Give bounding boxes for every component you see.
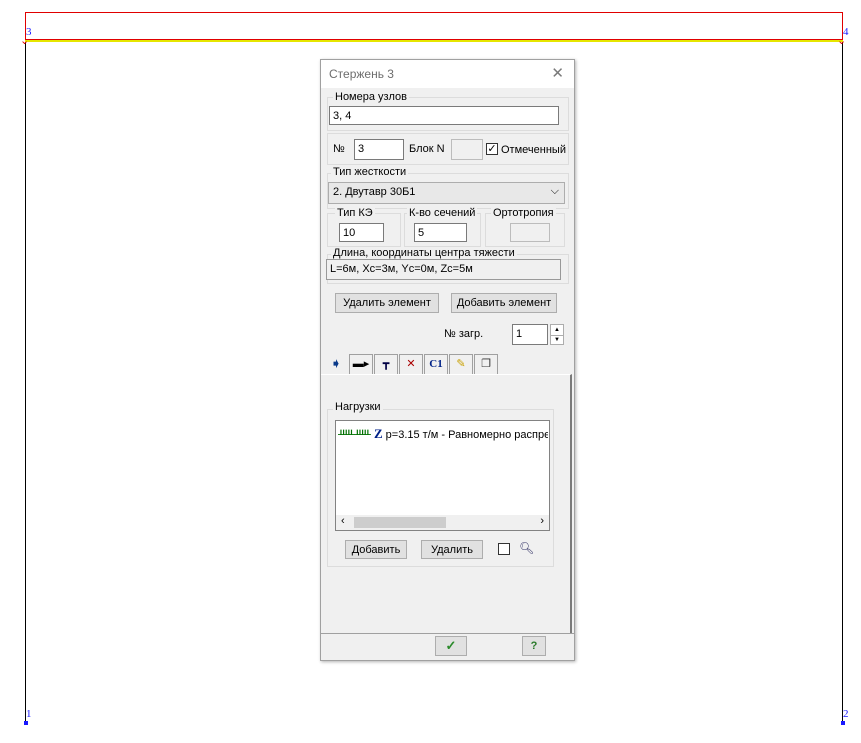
number-label: № xyxy=(333,143,345,155)
stiffness-select[interactable]: 2. Двутавр 30Б1 ⌵ xyxy=(328,182,565,204)
horizontal-scrollbar[interactable]: ‹ › xyxy=(336,515,549,530)
arrow-cursor-icon: ➧ xyxy=(330,355,342,371)
tab-c1-label: C1 xyxy=(429,358,443,370)
delete-load-button[interactable]: Удалить xyxy=(421,540,483,559)
pencil-icon: ✎ xyxy=(456,358,466,370)
tab-edit[interactable]: ✎ xyxy=(449,354,473,374)
tab-axes[interactable]: ✕ xyxy=(399,354,423,374)
distributed-load-icon: ᚊᚊ xyxy=(338,427,371,441)
node-2[interactable] xyxy=(841,721,845,725)
scroll-right-icon[interactable]: › xyxy=(540,515,544,527)
node-label-4: 4 xyxy=(843,26,849,38)
load-case-stepper[interactable]: ▲ ▼ xyxy=(550,324,564,345)
chevron-down-icon: ⌵ xyxy=(550,185,559,197)
stiffness-value: 2. Двутавр 30Б1 xyxy=(333,186,416,198)
tab-supports[interactable]: ┳ xyxy=(374,354,398,374)
tab-general[interactable]: ➧ xyxy=(325,354,347,374)
sections-input[interactable]: 5 xyxy=(414,223,467,242)
node-numbers-input[interactable]: 3, 4 xyxy=(329,106,559,125)
bar-properties-dialog: Стержень 3 ✕ Номера узлов 3, 4 № 3 Блок … xyxy=(320,59,575,661)
fe-type-label: Тип КЭ xyxy=(335,207,375,219)
block-input[interactable] xyxy=(451,139,483,160)
dialog-title: Стержень 3 xyxy=(329,67,394,81)
close-icon[interactable]: ✕ xyxy=(551,64,564,82)
block-label: Блок N xyxy=(409,143,445,155)
help-button[interactable]: ? xyxy=(522,636,546,656)
column-right xyxy=(842,40,843,723)
stiffness-label: Тип жесткости xyxy=(331,166,409,178)
fe-type-input[interactable]: 10 xyxy=(339,223,384,242)
add-element-button[interactable]: Добавить элемент xyxy=(451,293,557,313)
list-item[interactable]: ᚊᚊ Z p=3.15 т/м - Равномерно распреде xyxy=(338,426,548,442)
sections-label: К-во сечений xyxy=(407,207,478,219)
bottom-separator xyxy=(321,633,574,634)
length-label: Длина, координаты центра тяжести xyxy=(331,247,517,259)
node-label-2: 2 xyxy=(843,708,849,720)
copy-icon: ❐ xyxy=(481,358,491,370)
node-1[interactable] xyxy=(24,721,28,725)
load-case-label: № загр. xyxy=(444,328,484,340)
stepper-down-icon[interactable]: ▼ xyxy=(551,336,563,345)
scroll-left-icon[interactable]: ‹ xyxy=(341,515,345,527)
add-load-button[interactable]: Добавить xyxy=(345,540,407,559)
load-text: p=3.15 т/м - Равномерно распреде xyxy=(385,429,548,441)
loads-label: Нагрузки xyxy=(333,401,383,413)
stepper-up-icon[interactable]: ▲ xyxy=(551,325,563,336)
help-icon: ? xyxy=(530,640,538,652)
scrollbar-thumb[interactable] xyxy=(354,517,446,528)
load-case-input[interactable]: 1 xyxy=(512,324,548,345)
marked-checkbox[interactable]: ✓ xyxy=(486,143,498,155)
delete-element-button[interactable]: Удалить элемент xyxy=(335,293,439,313)
orthotropy-input[interactable] xyxy=(510,223,550,242)
marked-label: Отмеченный xyxy=(501,144,566,156)
column-left xyxy=(25,40,26,723)
tab-hinges[interactable]: ▬▸ xyxy=(349,354,373,374)
hinge-icon: ▬▸ xyxy=(352,358,370,370)
magnifier-icon[interactable]: 🔍︎ xyxy=(519,541,534,555)
node-label-1: 1 xyxy=(26,708,32,720)
number-input[interactable]: 3 xyxy=(354,139,404,160)
checkmark-icon: ✓ xyxy=(445,638,457,653)
tab-copy[interactable]: ❐ xyxy=(474,354,498,374)
selected-beam-highlight[interactable] xyxy=(25,12,843,40)
tab-c1[interactable]: C1 xyxy=(424,354,448,374)
beam-top[interactable] xyxy=(25,40,843,42)
support-icon: ┳ xyxy=(382,358,390,370)
loads-list[interactable]: ᚊᚊ Z p=3.15 т/м - Равномерно распреде ‹ … xyxy=(335,420,550,531)
node-numbers-label: Номера узлов xyxy=(333,91,409,103)
load-axis: Z xyxy=(373,426,383,441)
orthotropy-label: Ортотропия xyxy=(491,207,556,219)
loads-checkbox[interactable] xyxy=(498,543,510,555)
axes-icon: ✕ xyxy=(406,358,416,370)
node-label-3: 3 xyxy=(26,26,32,38)
length-value: L=6м, Xc=3м, Yc=0м, Zc=5м xyxy=(326,259,561,280)
ok-button[interactable]: ✓ xyxy=(435,636,467,656)
